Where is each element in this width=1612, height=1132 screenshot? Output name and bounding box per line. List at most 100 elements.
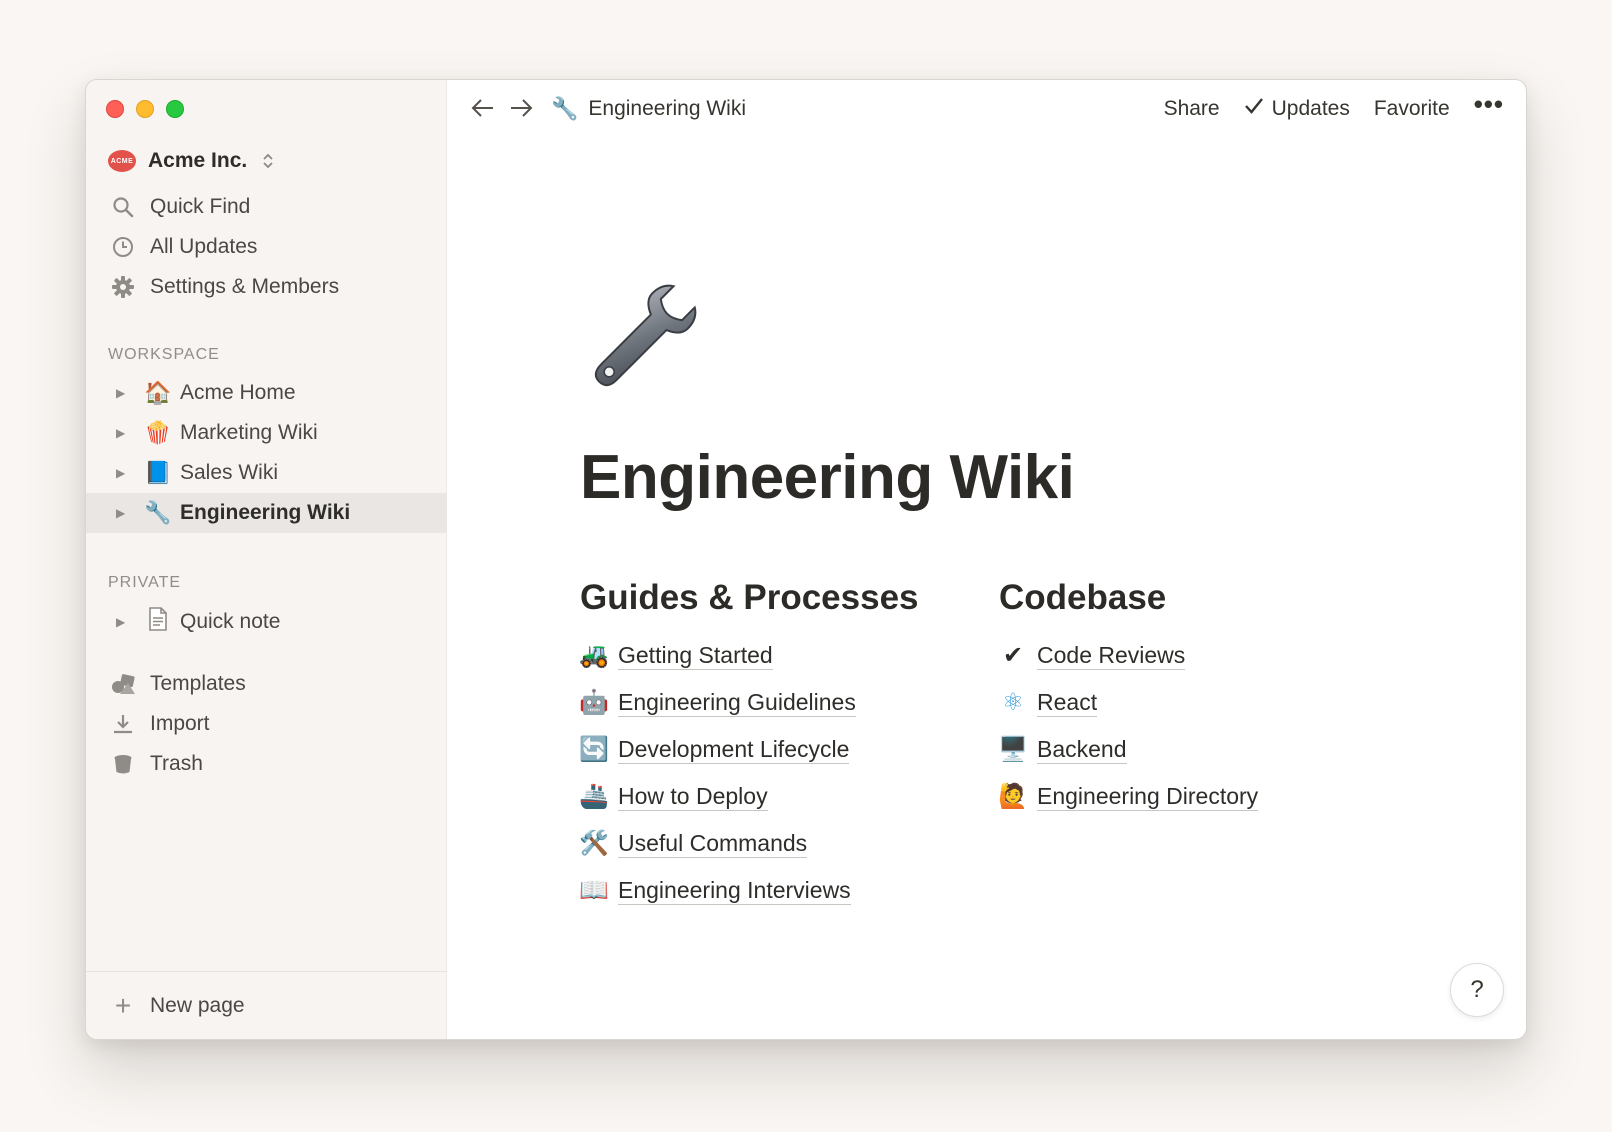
robot-icon: 🤖 (579, 689, 609, 716)
updates-button[interactable]: Updates (1244, 97, 1350, 121)
page-link-engineering-interviews[interactable]: 📖 Engineering Interviews (578, 867, 919, 914)
new-page-label: New page (150, 993, 245, 1017)
workspace-switcher[interactable]: ACME Acme Inc. (108, 144, 275, 178)
favorite-button[interactable]: Favorite (1374, 97, 1450, 121)
acme-logo-icon: ACME (108, 150, 136, 172)
expand-arrow-icon[interactable]: ▶ (116, 615, 130, 629)
cycle-arrows-icon: 🔄 (579, 736, 609, 763)
page-link-label: Code Reviews (1037, 642, 1186, 670)
minimize-window-button[interactable] (136, 100, 154, 118)
expand-arrow-icon[interactable]: ▶ (116, 426, 130, 440)
page-link-label: Engineering Directory (1037, 783, 1259, 811)
ship-icon: 🚢 (579, 783, 609, 810)
expand-arrow-icon[interactable]: ▶ (116, 506, 130, 520)
page-link-engineering-directory[interactable]: 🙋 Engineering Directory (997, 773, 1259, 820)
sidebar-item-label: Quick note (180, 610, 281, 633)
app-window: ACME Acme Inc. Quick Find All Updates Se… (85, 79, 1527, 1040)
top-actions: Share Updates Favorite ••• (1164, 80, 1504, 138)
topbar: 🔧 Engineering Wiki Share Updates Favorit… (447, 80, 1526, 138)
sidebar-item-label: Acme Home (180, 381, 296, 404)
blue-book-icon: 📘 (144, 460, 172, 485)
desktop-computer-icon: 🖥️ (998, 736, 1028, 763)
house-icon: 🏠 (144, 380, 172, 405)
forward-arrow-icon[interactable] (509, 94, 533, 125)
sidebar-item-trash[interactable]: Trash (86, 744, 447, 784)
sidebar-item-label: Import (150, 712, 210, 735)
guides-column: Guides & Processes 🚜 Getting Started 🤖 E… (578, 578, 919, 914)
sidebar-item-label: Sales Wiki (180, 461, 279, 484)
sidebar-item-label: All Updates (150, 235, 258, 258)
private-section-label: PRIVATE (108, 574, 182, 591)
open-book-icon: 📖 (579, 877, 609, 904)
wrench-icon: 🔧 (144, 500, 172, 525)
atom-icon: ⚛ (1002, 689, 1024, 716)
download-icon (110, 713, 136, 735)
sidebar-item-label: Engineering Wiki (180, 501, 351, 524)
wrench-icon: 🔧 (551, 96, 579, 121)
sidebar-item-marketing-wiki[interactable]: ▶ 🍿 Marketing Wiki (86, 413, 447, 453)
page-link-how-to-deploy[interactable]: 🚢 How to Deploy (578, 773, 919, 820)
window-controls (106, 100, 184, 118)
page-link-backend[interactable]: 🖥️ Backend (997, 726, 1258, 773)
workspace-name: Acme Inc. (148, 149, 248, 172)
sidebar-item-acme-home[interactable]: ▶ 🏠 Acme Home (86, 373, 447, 413)
page-link-code-reviews[interactable]: ✔ Code Reviews (997, 632, 1258, 679)
sidebar-item-quick-note[interactable]: ▶ Quick note (86, 602, 447, 642)
page-link-label: Development Lifecycle (618, 736, 850, 764)
chevron-up-down-icon (261, 151, 275, 171)
popcorn-icon: 🍿 (144, 420, 172, 445)
close-window-button[interactable] (106, 100, 124, 118)
trash-icon (110, 753, 136, 775)
sidebar-item-import[interactable]: Import (86, 704, 447, 744)
help-button[interactable]: ? (1450, 963, 1504, 1017)
page-link-react[interactable]: ⚛ React (997, 679, 1258, 726)
page-link-label: Engineering Interviews (618, 877, 851, 905)
sidebar-item-label: Templates (150, 672, 246, 695)
updates-label: Updates (1271, 97, 1350, 120)
page-link-getting-started[interactable]: 🚜 Getting Started (578, 632, 919, 679)
sidebar-item-quick-find[interactable]: Quick Find (86, 187, 447, 227)
expand-arrow-icon[interactable]: ▶ (116, 466, 130, 480)
page-link-development-lifecycle[interactable]: 🔄 Development Lifecycle (578, 726, 919, 773)
new-page-button[interactable]: + New page (86, 971, 447, 1039)
share-button[interactable]: Share (1164, 97, 1220, 121)
page-link-label: Engineering Guidelines (618, 689, 856, 717)
column-heading: Codebase (999, 578, 1167, 617)
page-link-useful-commands[interactable]: 🛠️ Useful Commands (578, 820, 919, 867)
breadcrumb[interactable]: 🔧 Engineering Wiki (551, 96, 746, 122)
sidebar-item-all-updates[interactable]: All Updates (86, 227, 447, 267)
expand-arrow-icon[interactable]: ▶ (116, 386, 130, 400)
clock-icon (110, 236, 136, 258)
codebase-column: Codebase ✔ Code Reviews ⚛ React 🖥️ Backe… (997, 578, 1259, 820)
page-link-label: Backend (1037, 736, 1127, 764)
wrench-icon[interactable] (576, 275, 706, 405)
zoom-window-button[interactable] (166, 100, 184, 118)
sidebar-item-label: Trash (150, 752, 203, 775)
person-raising-hand-icon: 🙋 (998, 783, 1028, 810)
sidebar-item-settings[interactable]: Settings & Members (86, 267, 447, 307)
page-link-label: Useful Commands (618, 830, 808, 858)
gear-icon (110, 275, 136, 299)
workspace-section-label: WORKSPACE (108, 346, 220, 363)
page-title[interactable]: Engineering Wiki (580, 442, 1075, 513)
breadcrumb-title: Engineering Wiki (588, 97, 746, 120)
page-link-label: Getting Started (618, 642, 773, 670)
plus-icon: + (114, 989, 132, 1021)
search-icon (110, 196, 136, 218)
back-arrow-icon[interactable] (471, 94, 495, 125)
page-link-label: How to Deploy (618, 783, 768, 811)
templates-icon (110, 673, 136, 695)
sidebar-item-label: Quick Find (150, 195, 251, 218)
document-icon (144, 607, 172, 637)
hammer-wrench-icon: 🛠️ (579, 830, 609, 857)
more-options-icon[interactable]: ••• (1474, 91, 1504, 117)
sidebar-item-label: Settings & Members (150, 275, 340, 298)
sidebar-item-sales-wiki[interactable]: ▶ 📘 Sales Wiki (86, 453, 447, 493)
sidebar: ACME Acme Inc. Quick Find All Updates Se… (86, 80, 447, 1039)
sidebar-item-label: Marketing Wiki (180, 421, 318, 444)
sidebar-item-engineering-wiki[interactable]: ▶ 🔧 Engineering Wiki (86, 493, 447, 533)
page-link-label: React (1037, 689, 1098, 717)
sidebar-item-templates[interactable]: Templates (86, 664, 447, 704)
check-mark-icon: ✔ (1002, 642, 1024, 669)
page-link-engineering-guidelines[interactable]: 🤖 Engineering Guidelines (578, 679, 919, 726)
